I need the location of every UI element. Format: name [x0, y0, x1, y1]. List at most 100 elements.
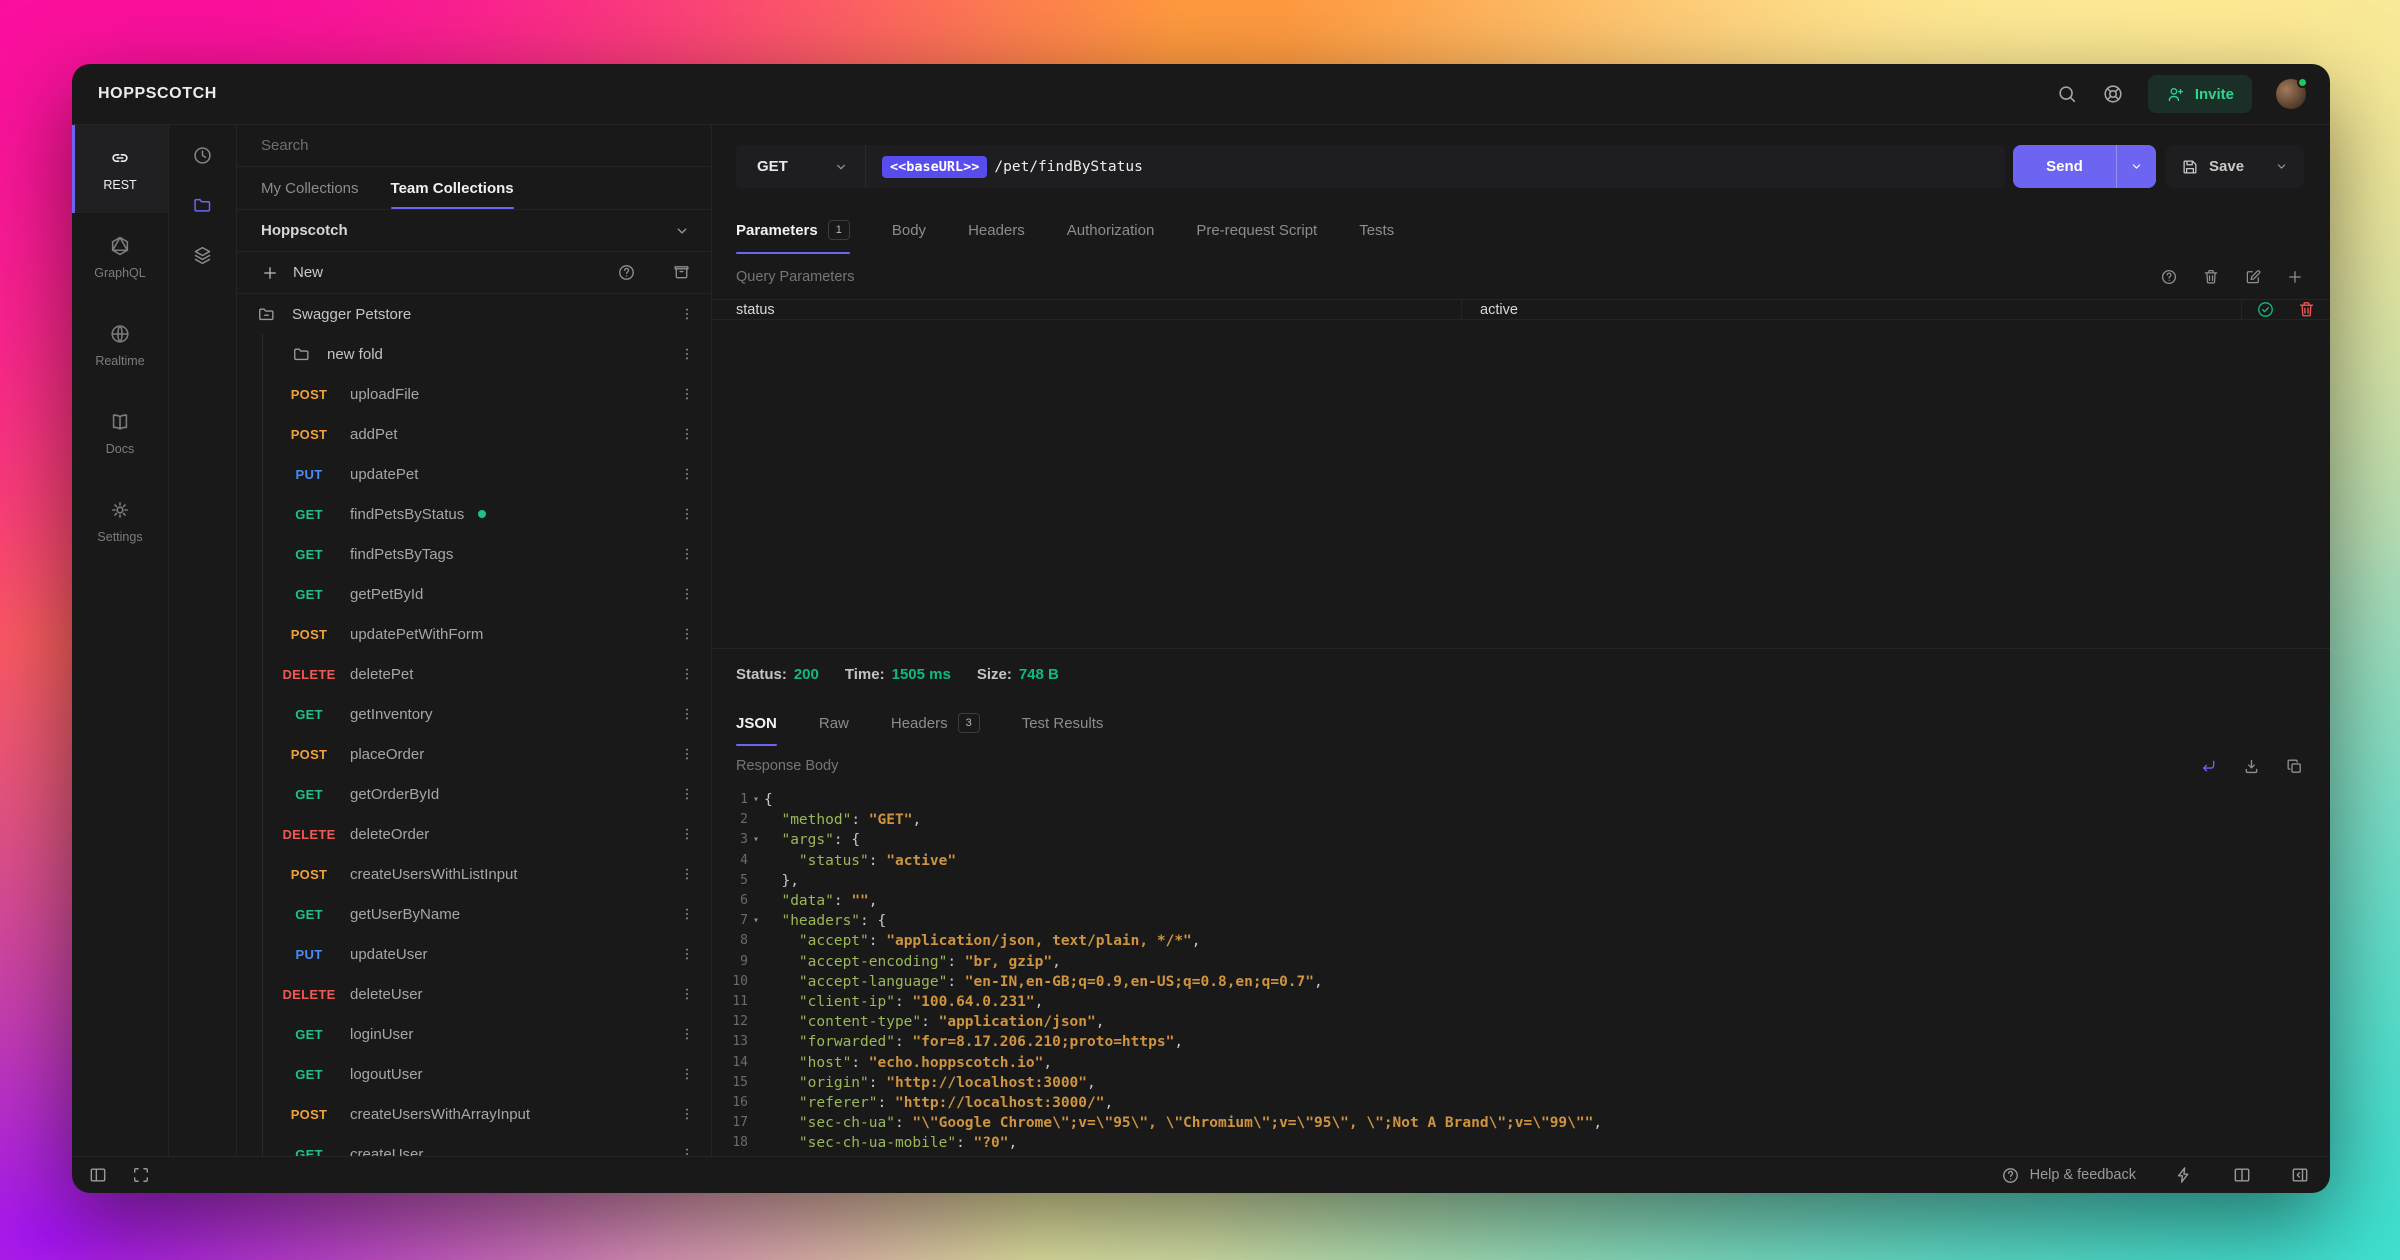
help-feedback-button[interactable]: Help & feedback — [2001, 1166, 2136, 1185]
help-icon[interactable] — [617, 263, 636, 282]
more-vertical-icon[interactable] — [679, 986, 695, 1002]
collections-folder-icon[interactable] — [192, 195, 213, 216]
more-vertical-icon[interactable] — [679, 1026, 695, 1042]
fold-arrow-icon[interactable]: ▾ — [748, 911, 764, 931]
request-tab-pre-request-script[interactable]: Pre-request Script — [1175, 206, 1338, 254]
invite-button[interactable]: Invite — [2148, 75, 2252, 113]
more-vertical-icon[interactable] — [679, 706, 695, 722]
collections-tab-team-collections[interactable]: Team Collections — [375, 167, 530, 209]
columns-layout-icon[interactable] — [2232, 1165, 2252, 1185]
nav-item-rest[interactable]: REST — [72, 125, 168, 213]
request-tab-parameters[interactable]: Parameters1 — [736, 206, 871, 254]
more-vertical-icon[interactable] — [679, 426, 695, 442]
delete-all-trash-icon[interactable] — [2202, 268, 2220, 286]
fold-arrow-icon[interactable]: ▾ — [748, 830, 764, 850]
nav-item-docs[interactable]: Docs — [72, 389, 168, 477]
support-icon[interactable] — [2102, 83, 2124, 105]
request-row[interactable]: POST createUsersWithArrayInput — [237, 1094, 711, 1134]
response-tab-test-results[interactable]: Test Results — [1001, 700, 1125, 746]
more-vertical-icon[interactable] — [679, 666, 695, 682]
request-tab-headers[interactable]: Headers — [947, 206, 1046, 254]
response-body-code[interactable]: 1 ▾ { 2 "method": "GET", 3 ▾ "args": { 4… — [712, 786, 2330, 1156]
request-row[interactable]: POST createUsersWithListInput — [237, 854, 711, 894]
more-vertical-icon[interactable] — [679, 906, 695, 922]
more-vertical-icon[interactable] — [679, 1106, 695, 1122]
nav-item-realtime[interactable]: Realtime — [72, 301, 168, 389]
import-export-box-icon[interactable] — [672, 263, 691, 282]
more-vertical-icon[interactable] — [679, 746, 695, 762]
more-vertical-icon[interactable] — [679, 626, 695, 642]
panel-right-collapse-icon[interactable] — [2290, 1165, 2310, 1185]
history-clock-icon[interactable] — [192, 145, 213, 166]
more-vertical-icon[interactable] — [679, 946, 695, 962]
download-icon[interactable] — [2242, 757, 2261, 776]
response-tab-headers[interactable]: Headers3 — [870, 700, 1001, 746]
copy-icon[interactable] — [2285, 757, 2304, 776]
more-vertical-icon[interactable] — [679, 1146, 695, 1156]
request-row[interactable]: POST addPet — [237, 414, 711, 454]
param-key-cell[interactable]: status — [712, 300, 1462, 319]
more-vertical-icon[interactable] — [679, 826, 695, 842]
add-param-plus-icon[interactable] — [2286, 268, 2304, 286]
method-selector[interactable]: GET — [736, 145, 865, 188]
more-vertical-icon[interactable] — [679, 506, 695, 522]
request-row[interactable]: GET getPetById — [237, 574, 711, 614]
request-row[interactable]: GET findPetsByStatus — [237, 494, 711, 534]
collection-folder-row[interactable]: Swagger Petstore — [237, 294, 711, 334]
request-row[interactable]: GET createUser — [237, 1134, 711, 1156]
request-row[interactable]: GET getUserByName — [237, 894, 711, 934]
more-vertical-icon[interactable] — [679, 466, 695, 482]
collections-tab-my-collections[interactable]: My Collections — [245, 167, 375, 209]
param-enabled-check-icon[interactable] — [2256, 300, 2275, 319]
request-row[interactable]: POST placeOrder — [237, 734, 711, 774]
more-vertical-icon[interactable] — [679, 546, 695, 562]
request-row[interactable]: DELETE deleteUser — [237, 974, 711, 1014]
request-row[interactable]: GET getOrderById — [237, 774, 711, 814]
new-collection-button[interactable]: New — [293, 264, 323, 281]
send-options-caret[interactable] — [2116, 145, 2156, 188]
url-input[interactable]: <<baseURL>> /pet/findByStatus — [865, 145, 2005, 188]
param-delete-trash-icon[interactable] — [2297, 300, 2316, 319]
more-vertical-icon[interactable] — [679, 1066, 695, 1082]
more-vertical-icon[interactable] — [679, 306, 695, 322]
nav-item-settings[interactable]: Settings — [72, 477, 168, 565]
search-input[interactable] — [261, 137, 687, 154]
request-row[interactable]: DELETE deletePet — [237, 654, 711, 694]
request-row[interactable]: GET getInventory — [237, 694, 711, 734]
request-tab-tests[interactable]: Tests — [1338, 206, 1415, 254]
request-row[interactable]: GET logoutUser — [237, 1054, 711, 1094]
response-tab-raw[interactable]: Raw — [798, 700, 870, 746]
request-row[interactable]: PUT updatePet — [237, 454, 711, 494]
send-button[interactable]: Send — [2013, 145, 2156, 188]
environments-layers-icon[interactable] — [192, 245, 213, 266]
request-row[interactable]: GET loginUser — [237, 1014, 711, 1054]
bulk-edit-icon[interactable] — [2244, 268, 2262, 286]
collection-folder-row[interactable]: new fold — [237, 334, 711, 374]
request-row[interactable]: PUT updateUser — [237, 934, 711, 974]
wrap-lines-icon[interactable] — [2199, 757, 2218, 776]
more-vertical-icon[interactable] — [679, 386, 695, 402]
param-value-cell[interactable]: active — [1462, 300, 2242, 319]
search-icon[interactable] — [2056, 83, 2078, 105]
request-row[interactable]: GET findPetsByTags — [237, 534, 711, 574]
panel-left-icon[interactable] — [88, 1165, 108, 1185]
response-tab-json[interactable]: JSON — [736, 700, 798, 746]
save-button[interactable]: Save — [2166, 145, 2304, 188]
request-row[interactable]: DELETE deleteOrder — [237, 814, 711, 854]
more-vertical-icon[interactable] — [679, 786, 695, 802]
request-tab-authorization[interactable]: Authorization — [1046, 206, 1176, 254]
request-tab-body[interactable]: Body — [871, 206, 947, 254]
fold-arrow-icon[interactable]: ▾ — [748, 790, 764, 810]
more-vertical-icon[interactable] — [679, 586, 695, 602]
zap-shortcuts-icon[interactable] — [2174, 1165, 2194, 1185]
help-icon[interactable] — [2160, 268, 2178, 286]
team-selector[interactable]: Hoppscotch — [237, 210, 711, 252]
nav-item-graphql[interactable]: GraphQL — [72, 213, 168, 301]
request-row[interactable]: POST updatePetWithForm — [237, 614, 711, 654]
request-row[interactable]: POST uploadFile — [237, 374, 711, 414]
maximize-icon[interactable] — [131, 1165, 151, 1185]
avatar[interactable] — [2276, 79, 2306, 109]
more-vertical-icon[interactable] — [679, 866, 695, 882]
more-vertical-icon[interactable] — [679, 346, 695, 362]
plus-icon[interactable] — [261, 264, 279, 282]
